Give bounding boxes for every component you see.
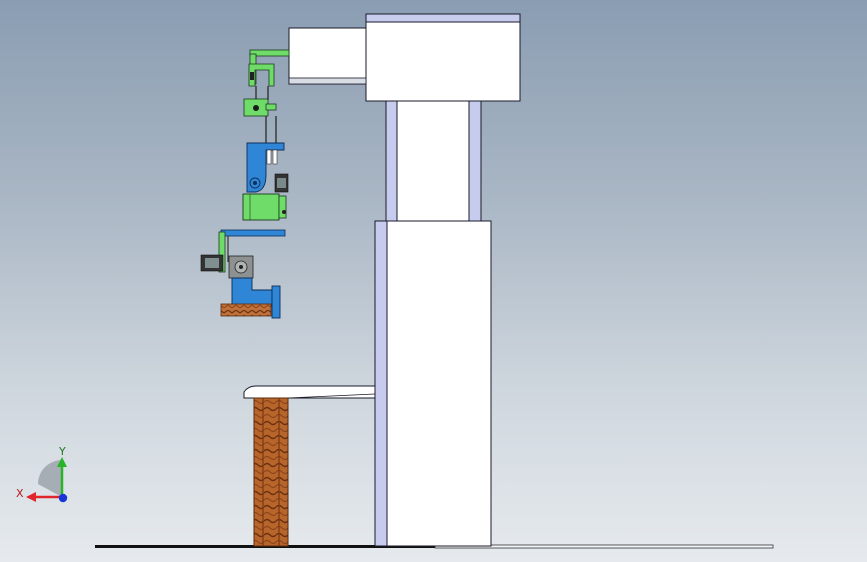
- x-axis-label: X: [16, 487, 24, 500]
- gripper-arm-assembly[interactable]: [200, 49, 290, 319]
- axis-triad: Y X: [16, 445, 68, 503]
- x-axis-arrow-icon: [26, 492, 36, 502]
- machine-column[interactable]: [374, 99, 492, 547]
- z-axis-dot-icon: [58, 493, 68, 503]
- assembly-side-view[interactable]: Y X: [0, 0, 867, 562]
- y-axis-label: Y: [58, 445, 66, 458]
- wood-log-workpiece[interactable]: [253, 397, 289, 547]
- support-shelf[interactable]: [243, 385, 376, 399]
- spindle-head[interactable]: [288, 13, 521, 102]
- cad-viewport[interactable]: Y X: [0, 0, 867, 562]
